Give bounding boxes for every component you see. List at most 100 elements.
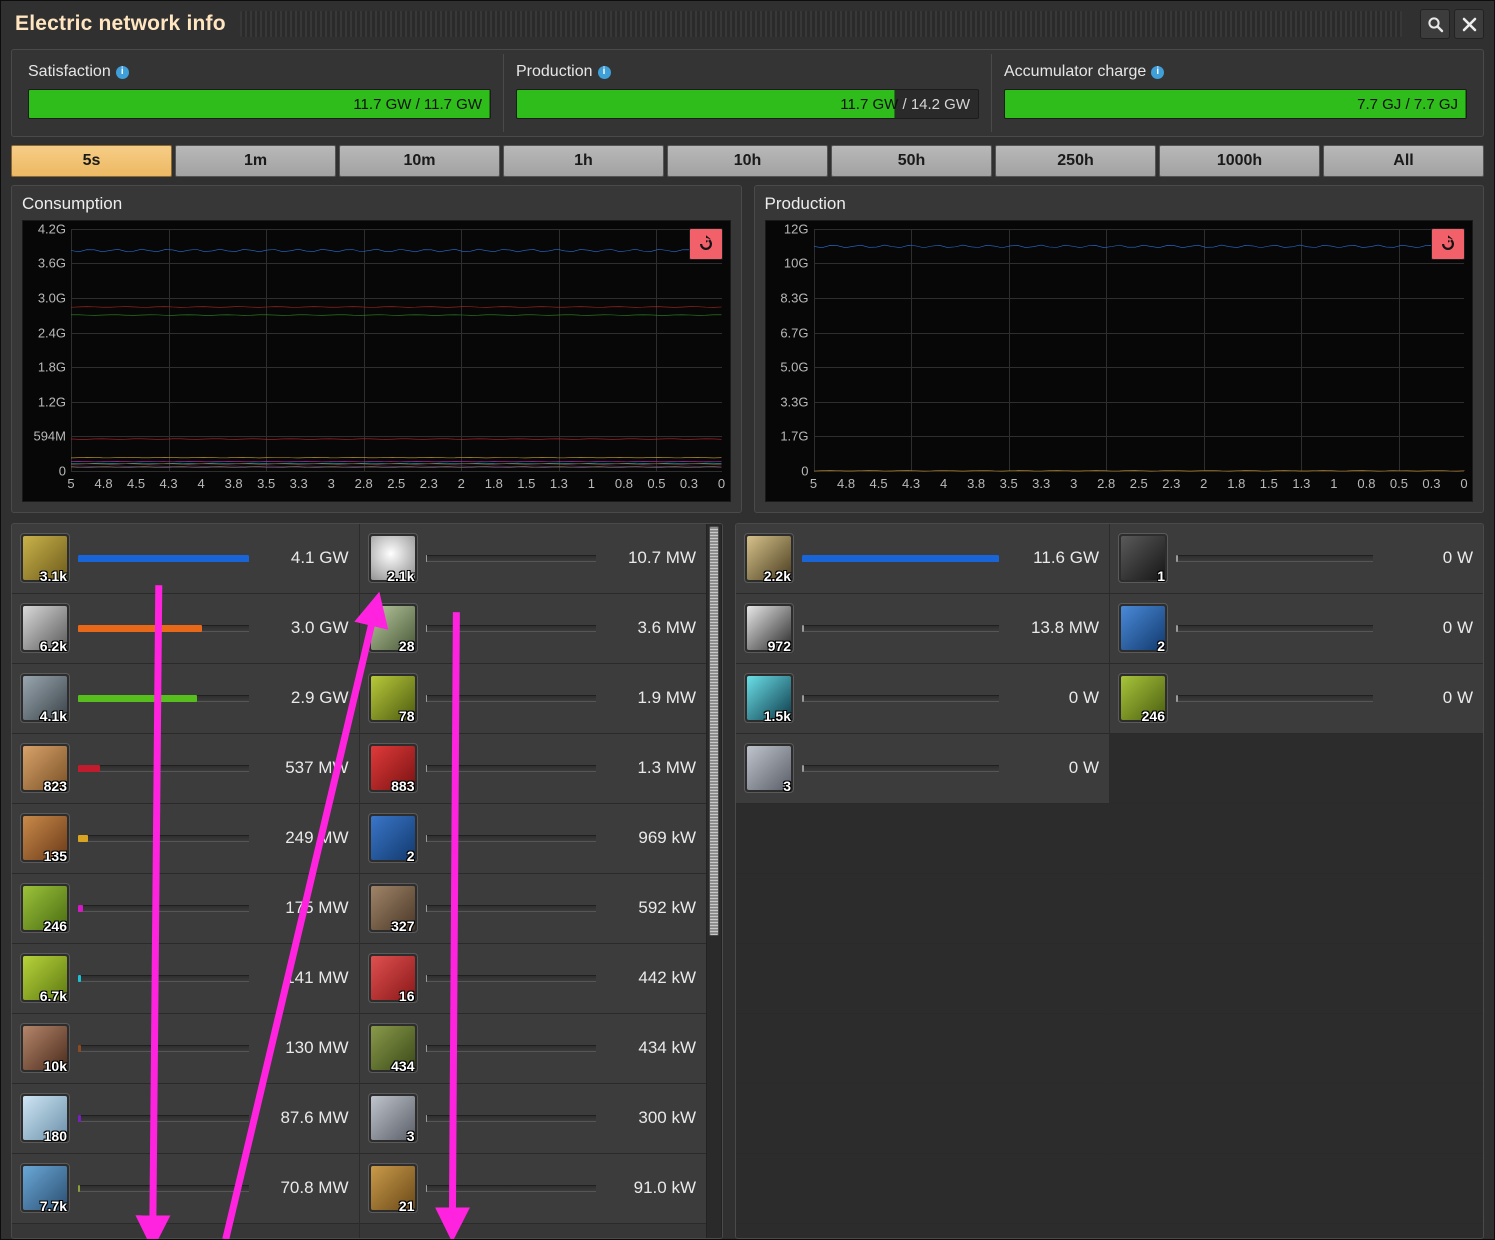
fusion-reactor-icon[interactable]: 1.5k [744, 673, 794, 724]
blue-ore-icon[interactable]: 2 [1118, 603, 1168, 654]
blue-machine-icon[interactable]: 2 [367, 813, 418, 864]
list-item[interactable]: 6.2k 3.0 GW [12, 593, 359, 664]
y-tick-label: 12G [783, 221, 809, 237]
assembling-machine-icon[interactable]: 3.1k [20, 533, 70, 584]
production-list-panel: 2.2k 11.6 GW 972 13.8 MW 1.5k 0 W 3 0 W 1 0 W 2 0 … [735, 522, 1484, 1239]
list-item[interactable]: 823 537 MW [12, 733, 359, 804]
item-value: 3.6 MW [637, 618, 696, 638]
list-item[interactable]: 3 300 kW [359, 1083, 706, 1154]
list-item[interactable]: 2 0 W [1110, 593, 1483, 664]
list-item[interactable]: 2 969 kW [359, 803, 706, 874]
list-item[interactable]: 135 249 MW [12, 803, 359, 874]
green-ore-icon[interactable]: 246 [1118, 673, 1168, 724]
time-tab-250h[interactable]: 250h [995, 144, 1156, 177]
time-tab-50h[interactable]: 50h [831, 144, 992, 177]
window-drag-handle[interactable] [239, 11, 1402, 37]
item-value: 0 W [1442, 688, 1473, 708]
list-item[interactable]: 78 1.9 MW [359, 663, 706, 734]
list-item[interactable]: 180 87.6 MW [12, 1083, 359, 1154]
item-count: 2.2k [763, 568, 791, 584]
list-item[interactable]: 327 592 kW [359, 873, 706, 944]
coal-icon[interactable]: 1 [1118, 533, 1168, 584]
item-bar [425, 834, 596, 842]
item-bar [425, 974, 596, 982]
list-item[interactable]: 3 0 W [736, 733, 1109, 804]
list-item[interactable]: 2.2k 11.6 GW [736, 523, 1109, 594]
empty-list-slot [1110, 733, 1483, 804]
list-item[interactable]: 2.1k 10.7 MW [359, 523, 706, 594]
y-tick-label: 2.4G [37, 325, 66, 341]
titlebar: Electric network info [1, 1, 1494, 47]
scrollbar-thumb[interactable] [709, 525, 719, 936]
x-tick-label: 1.8 [1227, 475, 1246, 491]
list-item[interactable]: 6.7k 141 MW [12, 943, 359, 1014]
radar-icon[interactable]: 3 [367, 1093, 418, 1144]
x-tick-label: 3.8 [224, 475, 243, 491]
production-plot[interactable]: 12G 10G 8.3G 6.7G 5.0G 3.3G 1.7G 0 5 4.8 4.5 4.3 4 3… [764, 219, 1473, 502]
y-tick-label: 8.3G [780, 290, 809, 306]
steam-turbine-icon[interactable]: 2.2k [744, 533, 794, 584]
lamp-icon[interactable]: 2.1k [367, 533, 418, 584]
reset-arrow-icon[interactable] [688, 227, 723, 260]
red-gate-icon[interactable]: 16 [367, 953, 418, 1004]
list-item[interactable]: 21 91.0 kW [359, 1153, 706, 1224]
x-tick-label: 1 [1330, 475, 1338, 491]
item-bar-fill [802, 694, 804, 702]
list-item[interactable]: 246 175 MW [12, 873, 359, 944]
list-item[interactable]: 972 13.8 MW [736, 593, 1109, 664]
x-tick-label: 4.5 [869, 475, 888, 491]
production-label: Production i [516, 63, 979, 81]
list-item[interactable]: 434 434 kW [359, 1013, 706, 1084]
list-item[interactable]: 1.5k 0 W [736, 663, 1109, 734]
electric-furnace-icon[interactable]: 6.2k [20, 603, 70, 654]
oil-refinery-icon[interactable]: 823 [20, 743, 70, 794]
electric-mining-drill-icon[interactable]: 7.7k [20, 1163, 70, 1214]
close-icon[interactable] [1454, 9, 1484, 39]
reset-arrow-icon[interactable] [1431, 227, 1465, 260]
info-icon[interactable]: i [1151, 65, 1165, 79]
list-item[interactable]: 10k 130 MW [12, 1013, 359, 1084]
time-tab-1m[interactable]: 1m [175, 144, 336, 177]
time-tab-5s[interactable]: 5s [11, 144, 172, 177]
time-tab-1000h[interactable]: 1000h [1159, 144, 1320, 177]
consumption-plot[interactable]: 4.2G 3.6G 3.0G 2.4G 1.8G 1.2G 594M 0 5 4.8 4.5 4.3… [22, 219, 731, 502]
time-tab-1h[interactable]: 1h [503, 144, 664, 177]
list-item[interactable]: 28 3.6 MW [359, 593, 706, 664]
info-icon[interactable]: i [115, 65, 129, 79]
list-item[interactable]: 7.7k 70.8 MW [12, 1153, 359, 1224]
time-tab-10m[interactable]: 10m [339, 144, 500, 177]
radar-icon[interactable]: 3 [744, 743, 794, 794]
item-value: 11.6 GW [1033, 548, 1099, 568]
consumption-scrollbar[interactable] [706, 523, 722, 1238]
red-inserter-icon[interactable]: 883 [367, 743, 418, 794]
item-bar-fill [1176, 694, 1178, 702]
time-tab-10h[interactable]: 10h [667, 144, 828, 177]
list-item[interactable]: 3.1k 4.1 GW [12, 523, 359, 594]
lab-icon[interactable]: 246 [20, 883, 70, 934]
beacon-icon[interactable]: 135 [20, 813, 70, 864]
item-bar [78, 624, 249, 632]
time-tab-all[interactable]: All [1323, 144, 1484, 177]
x-tick-label: 3.5 [257, 475, 276, 491]
rock-icon[interactable]: 327 [367, 883, 418, 934]
list-item[interactable]: 883 1.3 MW [359, 733, 706, 804]
pump-icon[interactable]: 10k [20, 1023, 70, 1074]
info-icon[interactable]: i [597, 65, 611, 79]
list-item[interactable]: 1 0 W [1110, 523, 1483, 594]
crusher-icon[interactable]: 180 [20, 1093, 70, 1144]
chemical-plant-icon[interactable]: 4.1k [20, 673, 70, 724]
radar-small-icon[interactable]: 434 [367, 1023, 418, 1074]
solar-panel-icon[interactable]: 972 [744, 603, 794, 654]
x-tick-label: 0.8 [614, 475, 633, 491]
y-tick-label: 4.2G [37, 221, 66, 237]
magnifier-icon[interactable] [1420, 9, 1450, 39]
empty-list-slot [1110, 1153, 1483, 1224]
chest-icon[interactable]: 21 [367, 1163, 418, 1214]
list-item[interactable]: 246 0 W [1110, 663, 1483, 734]
empty-list-slot [736, 1013, 1109, 1084]
list-item[interactable]: 16 442 kW [359, 943, 706, 1014]
pumpjack-icon[interactable]: 78 [367, 673, 418, 724]
inserter-icon[interactable]: 6.7k [20, 953, 70, 1004]
storage-tank-icon[interactable]: 28 [367, 603, 418, 654]
list-item[interactable]: 4.1k 2.9 GW [12, 663, 359, 734]
